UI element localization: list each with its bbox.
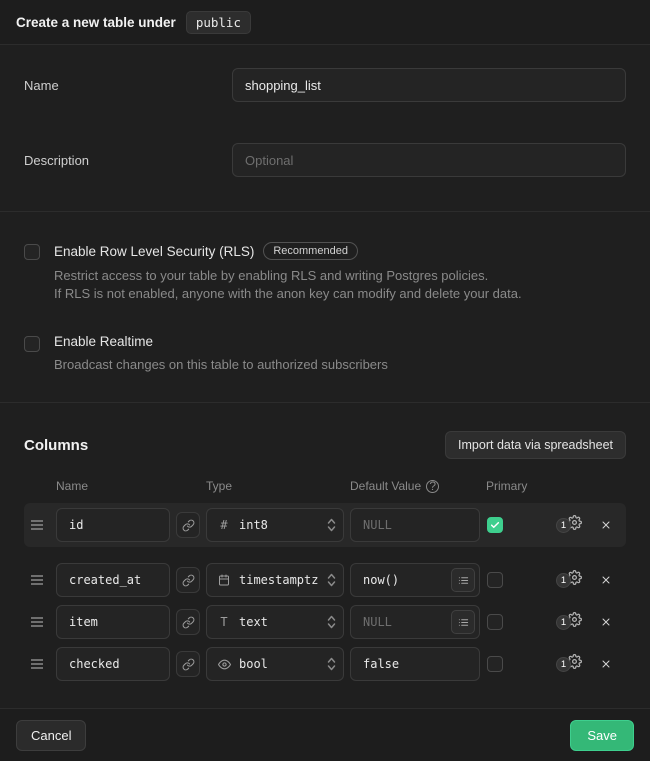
realtime-label: Enable Realtime — [54, 334, 153, 349]
column-settings-button[interactable]: 1 — [548, 515, 590, 535]
calendar-icon — [217, 574, 231, 586]
name-field-row: Name — [24, 68, 626, 102]
default-suggestions-icon[interactable] — [451, 568, 475, 592]
columns-header: Columns Import data via spreadsheet — [24, 431, 626, 459]
column-type-select[interactable]: timestamptz — [206, 563, 344, 597]
text-type-icon: T — [217, 615, 231, 629]
foreign-key-link-icon[interactable] — [176, 512, 200, 538]
column-header-primary: Primary — [486, 479, 542, 493]
eye-icon — [217, 658, 231, 671]
primary-cell — [486, 656, 542, 672]
foreign-key-link-icon[interactable] — [176, 609, 200, 635]
column-default-input — [350, 508, 480, 542]
question-circle-icon[interactable]: ? — [426, 480, 439, 493]
rls-description-line2: If RLS is not enabled, anyone with the a… — [54, 285, 522, 303]
column-header-default-label: Default Value — [350, 479, 421, 493]
column-type-value: int8 — [239, 518, 319, 532]
chevron-updown-icon — [327, 656, 336, 672]
column-type-select[interactable]: # int8 — [206, 508, 344, 542]
column-type-select[interactable]: bool — [206, 647, 344, 681]
column-row-id: # int8 1 — [24, 503, 626, 547]
hash-icon: # — [217, 518, 231, 532]
foreign-key-link-icon[interactable] — [176, 651, 200, 677]
column-header-type: Type — [206, 479, 344, 493]
panel-header: Create a new table under public — [0, 0, 650, 45]
panel-footer: Cancel Save — [0, 708, 650, 761]
foreign-key-link-icon[interactable] — [176, 567, 200, 593]
column-default-input[interactable] — [350, 647, 480, 681]
chevron-updown-icon — [327, 517, 336, 533]
column-settings-button[interactable]: 1 — [548, 570, 590, 590]
settings-count-badge: 1 — [556, 657, 571, 672]
import-spreadsheet-button[interactable]: Import data via spreadsheet — [445, 431, 626, 459]
column-name-input[interactable] — [56, 647, 170, 681]
settings-count-badge: 1 — [556, 518, 571, 533]
remove-column-icon[interactable] — [596, 519, 616, 531]
description-label: Description — [24, 153, 232, 168]
primary-checkbox[interactable] — [487, 656, 503, 672]
columns-section: Columns Import data via spreadsheet Name… — [0, 403, 650, 708]
column-type-value: timestamptz — [239, 573, 319, 587]
columns-table-header: Name Type Default Value ? Primary — [24, 479, 626, 493]
drag-handle-icon[interactable] — [24, 658, 50, 670]
table-info-section: Name Description — [0, 45, 650, 212]
chevron-updown-icon — [327, 614, 336, 630]
description-field-row: Description — [24, 143, 626, 177]
chevron-updown-icon — [327, 572, 336, 588]
rls-description-line1: Restrict access to your table by enablin… — [54, 267, 522, 285]
column-default-wrap — [350, 647, 480, 681]
column-type-value: bool — [239, 657, 319, 671]
column-default-wrap — [350, 508, 480, 542]
remove-column-icon[interactable] — [596, 616, 616, 628]
primary-cell — [486, 614, 542, 630]
recommended-badge: Recommended — [263, 242, 358, 260]
remove-column-icon[interactable] — [596, 658, 616, 670]
column-default-wrap — [350, 563, 480, 597]
rls-label: Enable Row Level Security (RLS) — [54, 244, 254, 259]
column-name-input[interactable] — [56, 563, 170, 597]
columns-title: Columns — [24, 437, 88, 454]
name-label: Name — [24, 78, 232, 93]
primary-cell — [486, 517, 542, 533]
realtime-checkbox[interactable] — [24, 336, 40, 352]
column-default-wrap — [350, 605, 480, 639]
drag-handle-icon[interactable] — [24, 519, 50, 531]
column-header-name: Name — [56, 479, 170, 493]
cancel-button[interactable]: Cancel — [16, 720, 86, 751]
default-suggestions-icon[interactable] — [451, 610, 475, 634]
column-type-select[interactable]: T text — [206, 605, 344, 639]
schema-badge: public — [186, 11, 251, 34]
column-type-value: text — [239, 615, 319, 629]
remove-column-icon[interactable] — [596, 574, 616, 586]
rls-checkbox[interactable] — [24, 244, 40, 260]
column-row-checked: bool 1 — [24, 647, 626, 681]
column-row-item: T text 1 — [24, 605, 626, 639]
column-settings-button[interactable]: 1 — [548, 612, 590, 632]
rls-option-body: Enable Row Level Security (RLS) Recommen… — [54, 242, 522, 304]
save-button[interactable]: Save — [570, 720, 634, 751]
settings-count-badge: 1 — [556, 573, 571, 588]
realtime-option: Enable Realtime Broadcast changes on thi… — [24, 334, 626, 374]
column-header-default: Default Value ? — [350, 479, 480, 493]
primary-checkbox[interactable] — [487, 572, 503, 588]
table-name-input[interactable] — [232, 68, 626, 102]
column-settings-button[interactable]: 1 — [548, 654, 590, 674]
create-table-panel: Create a new table under public Name Des… — [0, 0, 650, 761]
column-name-input[interactable] — [56, 508, 170, 542]
table-options-section: Enable Row Level Security (RLS) Recommen… — [0, 212, 650, 403]
primary-checkbox[interactable] — [487, 614, 503, 630]
realtime-option-body: Enable Realtime Broadcast changes on thi… — [54, 334, 388, 374]
column-name-input[interactable] — [56, 605, 170, 639]
primary-cell — [486, 572, 542, 588]
settings-count-badge: 1 — [556, 615, 571, 630]
primary-checkbox[interactable] — [487, 517, 503, 533]
drag-handle-icon[interactable] — [24, 574, 50, 586]
realtime-description: Broadcast changes on this table to autho… — [54, 356, 388, 374]
rls-option: Enable Row Level Security (RLS) Recommen… — [24, 242, 626, 304]
table-description-input[interactable] — [232, 143, 626, 177]
drag-handle-icon[interactable] — [24, 616, 50, 628]
column-row-created-at: timestamptz 1 — [24, 563, 626, 597]
panel-title: Create a new table under — [16, 15, 176, 30]
